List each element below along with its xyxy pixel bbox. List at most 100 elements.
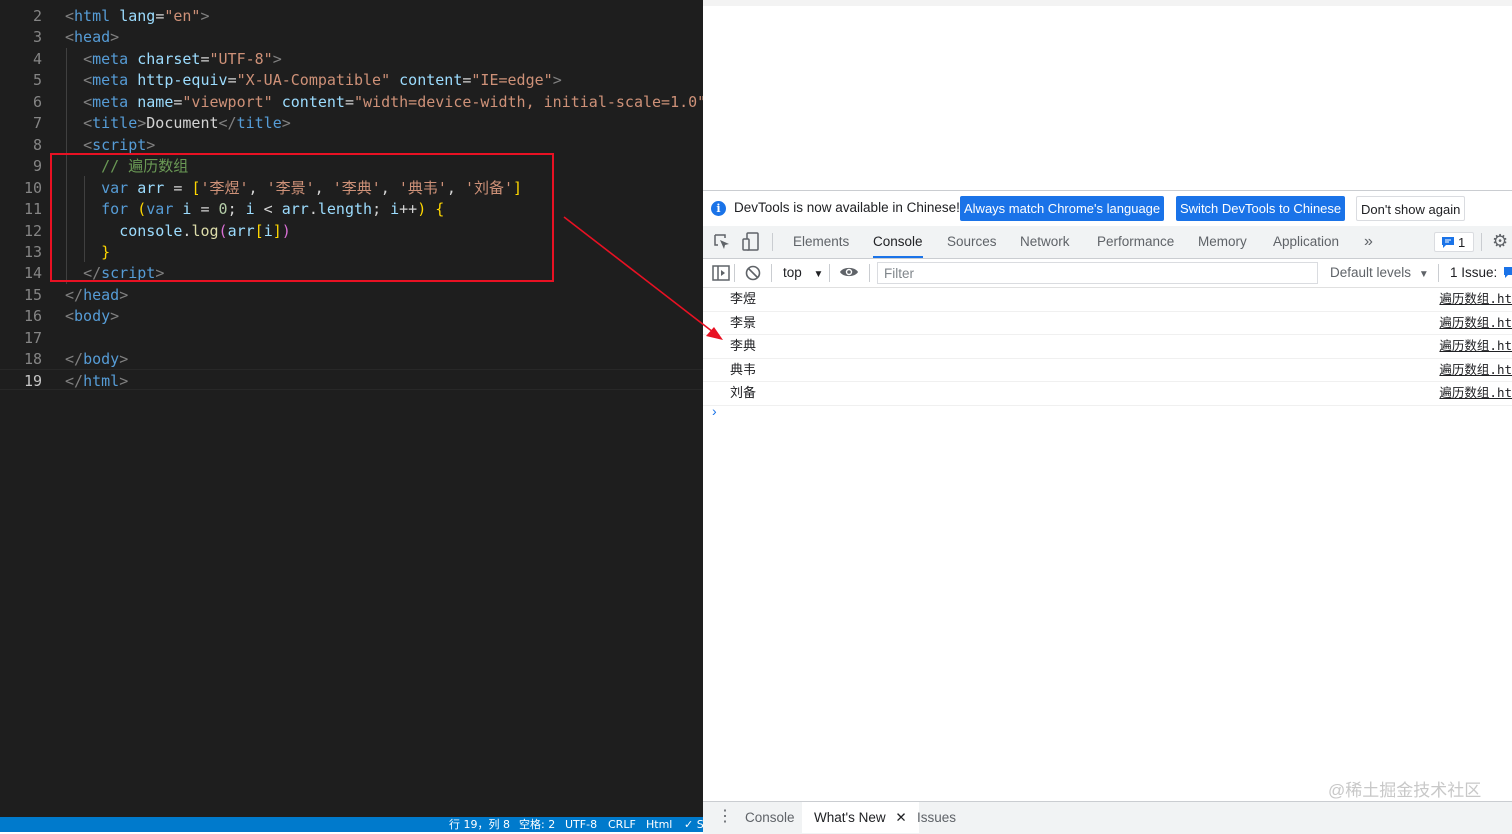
clear-console-icon[interactable] (745, 265, 761, 284)
code-token: "IE=edge" (471, 71, 553, 90)
code-line[interactable]: 7 <title>Document</title> (0, 113, 703, 134)
code-line[interactable]: 5 <meta http-equiv="X-UA-Compatible" con… (0, 70, 703, 91)
dropdown-arrow-icon: ▼ (813, 269, 824, 280)
code-token: "UTF-8" (209, 49, 273, 68)
settings-gear-icon[interactable]: ⚙ (1492, 232, 1508, 250)
tab-memory[interactable]: Memory (1198, 226, 1247, 257)
filter-input[interactable] (877, 262, 1318, 284)
show-sidebar-icon[interactable] (712, 265, 730, 284)
devtools-panel: i DevTools is now available in Chinese! … (703, 190, 1512, 834)
code-text: <body> (65, 306, 119, 327)
code-line[interactable]: 19 </html> (0, 371, 703, 392)
code-text: <meta charset="UTF-8"> (65, 49, 282, 70)
drawer-menu-icon[interactable]: ⋮ (717, 808, 733, 826)
line-number: 10 (23, 178, 42, 197)
context-selector-value: top (783, 265, 802, 280)
status-bar: 行 19，列 8 空格: 2 UTF-8 CRLF Html ✓ S (0, 817, 703, 832)
tab-console[interactable]: Console (873, 226, 923, 258)
tab-elements[interactable]: Elements (793, 226, 849, 257)
code-line[interactable]: 4 <meta charset="UTF-8"> (0, 49, 703, 70)
drawer-tab-whats-new[interactable]: What's New ✕ (802, 802, 919, 833)
code-line[interactable]: 6 <meta name="viewport" content="width=d… (0, 92, 703, 113)
code-text: <meta name="viewport" content="width=dev… (65, 92, 703, 113)
device-toolbar-icon[interactable] (742, 232, 760, 255)
switch-to-chinese-button[interactable]: Switch DevTools to Chinese (1176, 196, 1346, 221)
drawer-tab-console[interactable]: Console (733, 802, 807, 833)
line-number: 15 (23, 285, 42, 304)
console-source-link[interactable]: 遍历数组.ht (1439, 312, 1512, 334)
encoding[interactable]: UTF-8 (565, 817, 597, 832)
code-token: </ (218, 114, 237, 133)
log-levels-dropdown[interactable]: Default levels ▼ (1330, 263, 1429, 283)
message-icon (1504, 267, 1512, 278)
console-messages: 李煜 遍历数组.ht 李景 遍历数组.ht 李典 遍历数组.ht 典韦 遍历数组.ht 刘备 遍历… (703, 288, 1512, 406)
code-line[interactable]: 16 <body> (0, 306, 703, 327)
tab-performance[interactable]: Performance (1097, 226, 1174, 257)
dont-show-again-button[interactable]: Don't show again (1356, 196, 1466, 221)
code-token: < (65, 7, 75, 25)
issues-link[interactable]: 1 Issue: (1450, 263, 1512, 283)
issues-counter[interactable]: 1 (1434, 232, 1474, 252)
always-match-language-button[interactable]: Always match Chrome's language (960, 196, 1165, 221)
code-line[interactable]: 17 (0, 328, 703, 349)
language-mode[interactable]: Html (646, 817, 672, 832)
code-line[interactable]: 2 <html lang="en"> (0, 6, 703, 27)
console-log-message: 李景 (730, 314, 757, 330)
code-token: title (236, 114, 282, 133)
code-token: < (83, 49, 93, 68)
tab-network[interactable]: Network (1020, 226, 1070, 257)
toolbar-divider (1438, 264, 1439, 282)
inspect-element-icon[interactable] (713, 233, 731, 254)
console-source-link[interactable]: 遍历数组.ht (1439, 288, 1512, 310)
code-editor[interactable]: 2 <html lang="en"> 3 <head> 4 <meta charset=… (0, 0, 703, 832)
line-number: 5 (32, 71, 42, 90)
code-token: content (399, 71, 463, 90)
code-token: = (344, 92, 354, 111)
console-source-link[interactable]: 遍历数组.ht (1439, 359, 1512, 381)
console-source-link[interactable]: 遍历数组.ht (1439, 382, 1512, 404)
code-text: <title>Document</title> (65, 113, 291, 134)
drawer-tab-issues[interactable]: Issues (905, 802, 968, 833)
code-token: script (92, 135, 147, 154)
console-source-link[interactable]: 遍历数组.ht (1439, 335, 1512, 357)
code-text: </body> (65, 349, 128, 370)
code-token: lang (119, 7, 156, 25)
line-number: 12 (23, 221, 42, 240)
tab-application[interactable]: Application (1273, 226, 1339, 257)
console-log-message: 李典 (730, 338, 757, 353)
eol[interactable]: CRLF (608, 817, 636, 832)
indent-setting[interactable]: 空格: 2 (519, 817, 555, 832)
console-toolbar: top ▼ Default levels ▼ 1 Issue: (703, 259, 1512, 288)
line-number: 13 (23, 242, 42, 261)
issues-count-label: 1 Issue: (1450, 265, 1498, 280)
line-number: 18 (23, 350, 42, 369)
console-prompt[interactable]: › (712, 403, 717, 419)
status-check[interactable]: ✓ S (684, 817, 703, 832)
toolbar-divider (772, 233, 773, 251)
line-number: 4 (32, 49, 42, 68)
code-line[interactable]: 3 <head> (0, 27, 703, 48)
devtools-tabbar: Elements Console Sources Network Perform… (703, 226, 1512, 259)
infobar-message: DevTools is now available in Chinese! (734, 200, 960, 215)
live-expression-eye-icon[interactable] (839, 265, 859, 282)
code-line[interactable]: 18 </body> (0, 349, 703, 370)
dropdown-arrow-icon: ▼ (1418, 269, 1429, 280)
code-token: </ (65, 350, 84, 369)
cursor-position[interactable]: 行 19，列 8 (449, 817, 510, 832)
more-tabs-icon[interactable]: » (1364, 226, 1373, 257)
code-token: > (146, 135, 156, 154)
context-selector[interactable]: top ▼ (783, 263, 823, 283)
tab-sources[interactable]: Sources (947, 226, 997, 257)
browser-page-viewport (703, 0, 1512, 190)
drawer-tab-label: What's New (814, 810, 886, 825)
line-number: 7 (32, 114, 42, 133)
code-token: "X-UA-Compatible" (236, 71, 391, 90)
code-token: </ (65, 371, 84, 390)
code-line[interactable]: 15 </head> (0, 285, 703, 306)
